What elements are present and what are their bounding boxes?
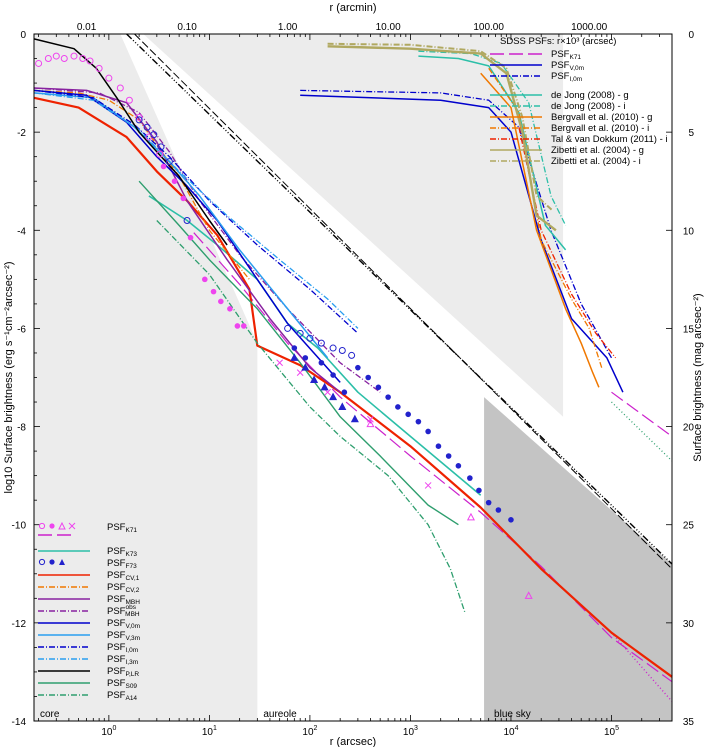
x2-tick-label: 10.00: [376, 22, 401, 33]
marker-f73-filled-triangle: [350, 414, 359, 423]
region-label-core: core: [40, 709, 60, 720]
marker-f73-filled-circle: [435, 443, 442, 450]
y-tick-label: -12: [12, 619, 27, 630]
y-axis-title: log10 Surface brightness (erg s⁻¹cm⁻²arc…: [3, 262, 15, 494]
y-tick-label: -10: [12, 521, 27, 532]
x2-axis-title: r (arcmin): [329, 2, 376, 14]
x2-tick-label: 1.00: [278, 22, 298, 33]
region-label-blue-sky: blue sky: [494, 709, 531, 720]
legend-right-sdss-label-1: de Jong (2008) - i: [551, 101, 625, 112]
marker-f73-filled-circle: [467, 475, 473, 481]
legend-right-sdss-label-6: Zibetti et al. (2004) - i: [551, 156, 641, 167]
region-label-aureole: aureole: [263, 709, 297, 720]
marker-f73-filled-circle: [341, 389, 348, 396]
x-tick-label: 101: [202, 725, 217, 738]
x-tick-label: 103: [403, 725, 418, 738]
marker-k71-filled-circle: [180, 195, 187, 202]
y2-tick-label: 30: [683, 619, 695, 630]
legend-right-sdss-label-5: Zibetti et al. (2004) - g: [551, 145, 644, 156]
marker-f73-filled-circle: [476, 487, 482, 494]
marker-k71-cross: [276, 359, 284, 367]
marker-k71-filled-circle: [210, 288, 217, 295]
sdss-legend-title: SDSS PSFs: r×10³ (arcsec): [500, 36, 616, 47]
x2-tick-label: 100.00: [473, 22, 504, 33]
marker-k71-filled-circle: [218, 298, 224, 305]
marker-k71-filled-circle: [201, 276, 208, 283]
marker-f73-open-circle: [348, 351, 356, 359]
marker-f73-filled-circle: [425, 428, 431, 435]
x-tick-label: 100: [101, 725, 116, 738]
y-tick-label: -8: [17, 423, 26, 434]
x2-tick-label: 0.10: [177, 22, 197, 33]
y-tick-label: -6: [17, 324, 26, 335]
marker-f73-filled-circle: [495, 507, 502, 513]
series-line-sdss-k71-ext: [611, 401, 673, 462]
marker-k71-filled-circle: [187, 234, 194, 241]
marker-f73-filled-circle: [385, 394, 391, 400]
marker-f73-filled-circle: [445, 453, 452, 459]
marker-k71-filled-circle: [234, 323, 241, 329]
y2-tick-label: 10: [683, 226, 695, 237]
y2-tick-label: 35: [683, 717, 695, 728]
legend-right-sdss-label-2: Bergvall et al. (2010) - g: [551, 112, 652, 123]
series-line-sdss-k71: [611, 391, 673, 437]
marker-f73-open-circle: [338, 347, 346, 355]
x2-tick-label: 0.01: [77, 22, 97, 33]
x-tick-label: 102: [302, 725, 317, 738]
marker-k71-filled-circle: [227, 306, 233, 312]
y-tick-label: 0: [20, 30, 26, 41]
y2-tick-label: 25: [683, 521, 695, 532]
marker-k71-cross: [424, 482, 432, 489]
blue-sky-region-shade: [484, 397, 672, 721]
marker-f73-filled-circle: [485, 499, 492, 506]
legend-left-item-0-mk2: [49, 523, 55, 529]
marker-f73-open-circle: [284, 324, 292, 332]
legend-right-sdss-label-3: Bergvall et al. (2010) - i: [551, 123, 649, 134]
marker-f73-filled-triangle: [338, 402, 347, 410]
marker-f73-filled-circle: [395, 404, 401, 410]
marker-f73-filled-circle: [330, 372, 336, 378]
x2-tick-label: 1000.00: [571, 22, 608, 33]
x-axis-title: r (arcsec): [330, 736, 376, 747]
legend-left-item-2-mk2: [49, 559, 55, 565]
marker-f73-open-circle: [329, 344, 337, 352]
marker-f73-filled-triangle: [329, 392, 338, 401]
marker-f73-filled-circle: [302, 355, 309, 361]
y2-tick-label: 5: [688, 128, 694, 139]
y2-tick-label: 0: [688, 30, 694, 41]
marker-f73-filled-circle: [365, 374, 371, 381]
y-tick-label: -14: [12, 717, 27, 728]
marker-f73-filled-triangle: [320, 382, 329, 391]
marker-f73-filled-circle: [455, 463, 462, 469]
y2-axis-title: Surface brightness (mag arcsec⁻²): [692, 293, 704, 461]
y-tick-label: -2: [17, 128, 26, 139]
marker-f73-filled-circle: [415, 418, 422, 425]
marker-k71-filled-circle: [160, 163, 167, 170]
marker-f73-filled-circle: [375, 384, 382, 391]
marker-f73-filled-circle: [318, 359, 325, 366]
x-tick-label: 104: [503, 725, 518, 738]
marker-k71-filled-circle: [241, 323, 247, 329]
x-tick-label: 105: [604, 725, 619, 738]
legend-right-sdss-label-0: de Jong (2008) - g: [551, 90, 629, 101]
marker-f73-filled-circle: [405, 411, 411, 418]
legend-right-sdss-label-4: Tal & van Dokkum (2011) - i: [551, 134, 668, 145]
marker-f73-filled-circle: [355, 364, 361, 371]
legend-right-psf-label-2: PSFI,0m: [551, 71, 582, 83]
psf-surface-brightness-chart: 100 101 102 103 104 1050.01 0.10 1.00 10.00 100.0…: [3, 2, 704, 747]
marker-k71-filled-circle: [171, 178, 178, 185]
marker-f73-filled-circle: [291, 345, 298, 351]
marker-k71-open-triangle: [466, 512, 475, 521]
legend-left-item-6-label: PSFobs MBH: [107, 604, 140, 618]
y-tick-label: -4: [17, 226, 26, 237]
marker-f73-filled-circle: [508, 517, 514, 523]
